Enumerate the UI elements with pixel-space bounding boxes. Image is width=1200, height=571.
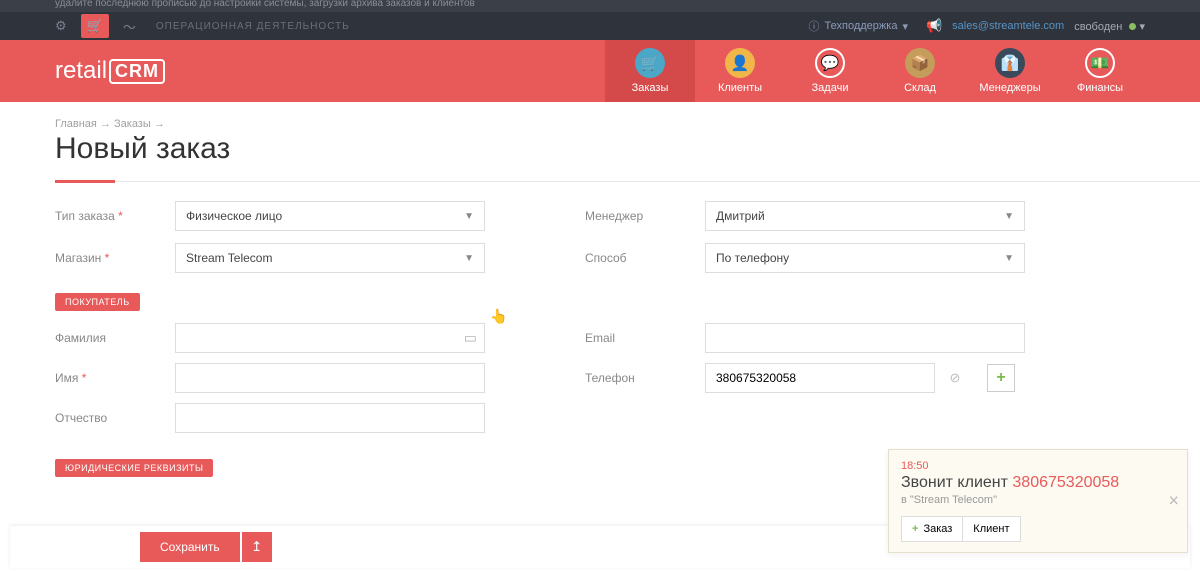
method-label: Способ (585, 251, 705, 265)
primary-nav: 🛒 Заказы 👤 Клиенты 💬 Задачи 📦 Склад 👔 Ме… (605, 40, 1145, 102)
user-email[interactable]: sales@streamtele.com (952, 20, 1064, 32)
chevron-down-icon: ▼ (464, 211, 474, 222)
shop-select[interactable]: Stream Telecom▼ (175, 243, 485, 273)
middlename-input[interactable] (175, 403, 485, 433)
firstname-label: Имя * (55, 371, 175, 385)
legal-section-tag: ЮРИДИЧЕСКИЕ РЕКВИЗИТЫ (55, 459, 213, 477)
chevron-down-icon: ▼ (464, 253, 474, 264)
nav-label: Финансы (1077, 82, 1123, 94)
email-label: Email (585, 331, 705, 345)
close-icon[interactable]: × (1168, 491, 1179, 512)
nav-tasks[interactable]: 💬 Задачи (785, 40, 875, 102)
buyer-section-tag: ПОКУПАТЕЛЬ (55, 293, 140, 311)
chevron-down-icon: ▾ (902, 20, 908, 33)
nav-label: Заказы (632, 82, 669, 94)
nav-warehouse[interactable]: 📦 Склад (875, 40, 965, 102)
order-type-select[interactable]: Физическое лицо▼ (175, 201, 485, 231)
page-title: Новый заказ (55, 132, 1145, 166)
nav-label: Клиенты (718, 82, 762, 94)
title-underline (55, 180, 115, 183)
call-title: Звонит клиент 380675320058 (901, 474, 1175, 492)
call-subtitle: в "Stream Telecom" (901, 494, 1175, 506)
nav-label: Склад (904, 82, 936, 94)
help-icon: ⓘ (809, 18, 820, 34)
money-icon: 💵 (1085, 48, 1115, 78)
main-header: retail CRM 🛒 Заказы 👤 Клиенты 💬 Задачи 📦… (0, 40, 1200, 102)
cart-icon[interactable]: 🛒 (81, 14, 109, 38)
stats-icon[interactable]: 〜 (123, 17, 136, 36)
nav-label: Задачи (812, 82, 849, 94)
phone-input[interactable] (705, 363, 935, 393)
order-type-label: Тип заказа * (55, 209, 175, 223)
manager-label: Менеджер (585, 209, 705, 223)
nav-managers[interactable]: 👔 Менеджеры (965, 40, 1055, 102)
firstname-input[interactable] (175, 363, 485, 393)
system-notice-bar: удалите последнюю прописью до настройки … (0, 0, 1200, 12)
status-dot-icon (1129, 23, 1136, 30)
chat-icon: 💬 (815, 48, 845, 78)
lastname-input[interactable] (175, 323, 485, 353)
call-time: 18:50 (901, 460, 1175, 472)
manager-icon: 👔 (995, 48, 1025, 78)
buyer-form: Фамилия ▭ Email Имя * Телефон ⊘ + Отчест… (55, 323, 1145, 433)
box-icon: 📦 (905, 48, 935, 78)
check-circle-icon: ⊘ (935, 370, 975, 386)
chevron-down-icon: ▾ (1139, 21, 1145, 33)
cart-icon: 🛒 (635, 48, 665, 78)
lastname-label: Фамилия (55, 331, 175, 345)
nav-clients[interactable]: 👤 Клиенты (695, 40, 785, 102)
support-text: Техподдержка (825, 20, 898, 32)
manager-select[interactable]: Дмитрий▼ (705, 201, 1025, 231)
add-phone-button[interactable]: + (987, 364, 1015, 392)
nav-label: Менеджеры (979, 82, 1040, 94)
incoming-call-popup: × 18:50 Звонит клиент 380675320058 в "St… (888, 449, 1188, 553)
chevron-down-icon: ▼ (1004, 253, 1014, 264)
user-status[interactable]: свободен ▾ (1074, 20, 1145, 33)
save-button[interactable]: Сохранить (140, 532, 240, 562)
logo-text-2: CRM (109, 59, 165, 84)
breadcrumb-home[interactable]: Главная (55, 118, 97, 130)
notice-text: удалите последнюю прописью до настройки … (55, 0, 475, 9)
middlename-label: Отчество (55, 411, 175, 425)
utility-bar: ⚙ 🛒 〜 ОПЕРАЦИОННАЯ ДЕЯТЕЛЬНОСТЬ ⓘ Техпод… (0, 12, 1200, 40)
support-link[interactable]: ⓘ Техподдержка ▾ (809, 18, 908, 34)
popup-client-button[interactable]: Клиент (963, 516, 1020, 542)
phone-label: Телефон (585, 371, 705, 385)
chevron-down-icon: ▼ (1004, 211, 1014, 222)
plus-icon: + (912, 523, 918, 535)
logo[interactable]: retail CRM (55, 57, 165, 85)
shop-label: Магазин * (55, 251, 175, 265)
nav-finance[interactable]: 💵 Финансы (1055, 40, 1145, 102)
gear-icon[interactable]: ⚙ (55, 18, 67, 34)
order-header-form: Тип заказа * Физическое лицо▼ Менеджер Д… (55, 201, 1145, 273)
call-number: 380675320058 (1012, 474, 1119, 491)
id-card-icon[interactable]: ▭ (464, 330, 477, 347)
method-select[interactable]: По телефону▼ (705, 243, 1025, 273)
logo-text-1: retail (55, 57, 107, 85)
nav-orders[interactable]: 🛒 Заказы (605, 40, 695, 102)
breadcrumb-orders[interactable]: Заказы (114, 118, 151, 130)
email-input[interactable] (705, 323, 1025, 353)
activity-label: ОПЕРАЦИОННАЯ ДЕЯТЕЛЬНОСТЬ (156, 21, 350, 32)
save-options-button[interactable]: ↥ (242, 532, 272, 562)
popup-order-button[interactable]: +Заказ (901, 516, 963, 542)
person-icon: 👤 (725, 48, 755, 78)
announce-icon[interactable]: 📢 (926, 18, 942, 34)
breadcrumb: Главная → Заказы → (55, 118, 1145, 130)
